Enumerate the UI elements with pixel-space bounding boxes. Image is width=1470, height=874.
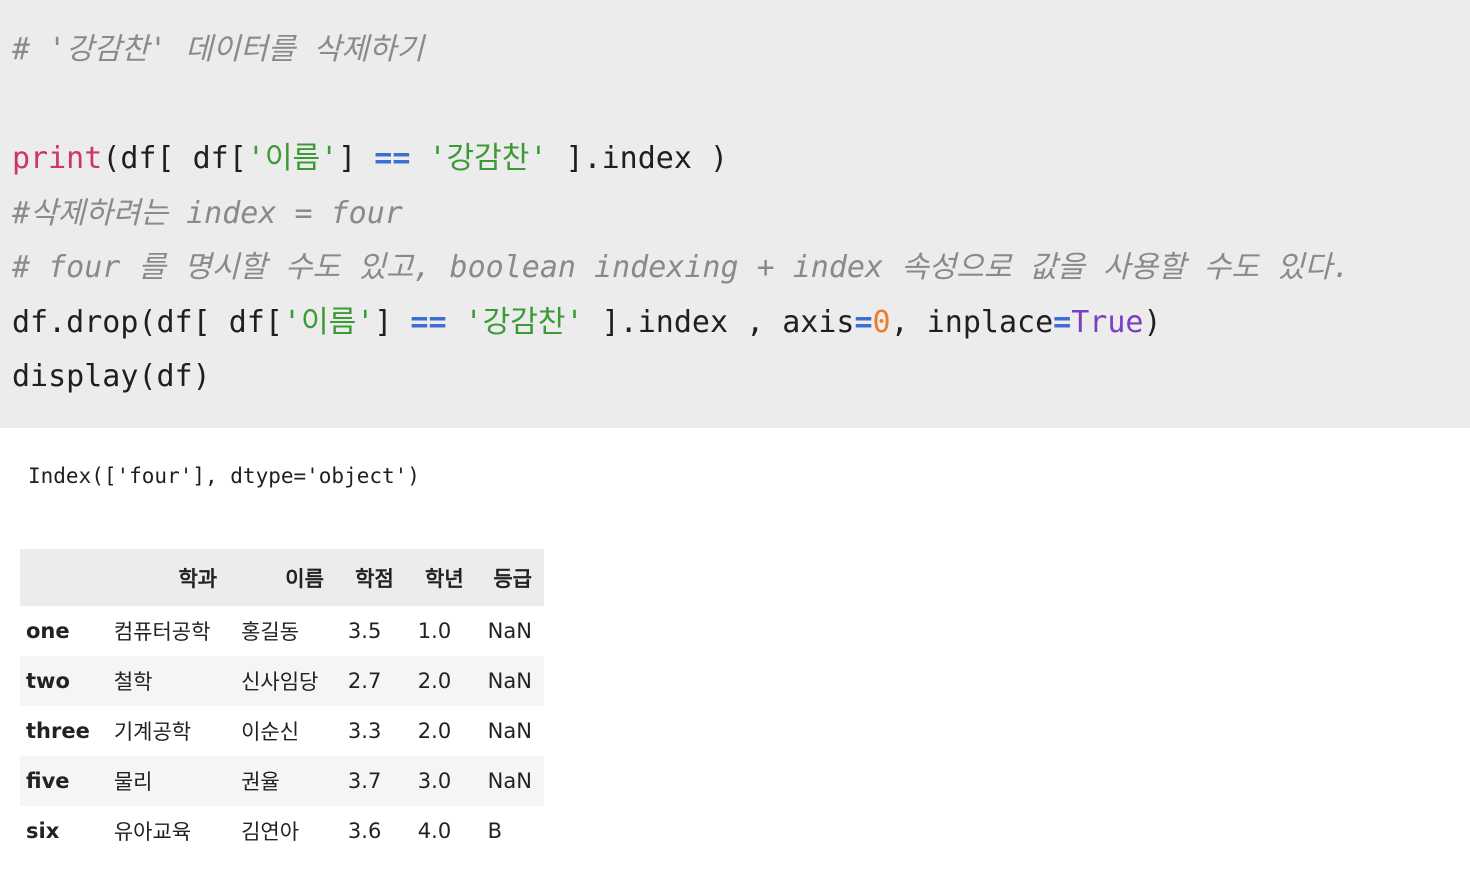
- column-header: 학점: [335, 549, 406, 606]
- table-row: five 물리 권율 3.7 3.0 NaN: [20, 756, 544, 806]
- table-cell: 2.0: [417, 719, 452, 743]
- table-row: one 컴퓨터공학 홍길동 3.5 1.0 NaN: [20, 606, 544, 656]
- table-cell: 2.0: [417, 669, 452, 693]
- row-index: one: [26, 619, 70, 643]
- code-token: ]: [338, 141, 375, 176]
- operator: =: [1053, 305, 1072, 340]
- code-token: ]: [374, 305, 411, 340]
- table-cell: 권율: [241, 770, 280, 794]
- print-output: Index(['four'], dtype='object'): [28, 464, 420, 488]
- string-literal: '강감찬': [464, 305, 584, 340]
- code-token: ].index , axis: [583, 305, 855, 340]
- table-cell: 컴퓨터공학: [113, 620, 211, 644]
- dataframe-output: 학과 이름 학점 학년 등급 one 컴퓨터공학 홍길동 3.5 1.0 NaN…: [20, 549, 544, 856]
- table-cell: 신사임당: [241, 670, 319, 694]
- code-token: (df[ df[: [102, 141, 247, 176]
- row-index: three: [26, 719, 90, 743]
- column-header: 등급: [475, 549, 544, 606]
- table-row: six 유아교육 김연아 3.6 4.0 B: [20, 806, 544, 856]
- code-token: ): [1143, 305, 1162, 340]
- table-cell: 3.0: [417, 769, 452, 793]
- table-row: two 철학 신사임당 2.7 2.0 NaN: [20, 656, 544, 706]
- table-cell: 물리: [113, 770, 153, 794]
- column-header: 학년: [405, 549, 476, 606]
- operator: ==: [374, 141, 411, 176]
- table-cell: 3.5: [347, 619, 382, 643]
- string-literal: '이름': [282, 305, 375, 340]
- table-cell: 3.3: [347, 719, 382, 743]
- operator: ==: [410, 305, 447, 340]
- code-display-line: display(df): [12, 359, 211, 394]
- column-header: [20, 549, 102, 606]
- table-cell: B: [487, 819, 503, 843]
- table-header-row: 학과 이름 학점 학년 등급: [20, 549, 544, 606]
- table-cell: 3.7: [347, 769, 382, 793]
- code-token: , inplace: [890, 305, 1054, 340]
- operator: =: [854, 305, 873, 340]
- string-literal: '강감찬': [428, 141, 548, 176]
- print-keyword: print: [12, 141, 103, 176]
- dataframe-table: 학과 이름 학점 학년 등급 one 컴퓨터공학 홍길동 3.5 1.0 NaN…: [20, 549, 544, 856]
- table-cell: 2.7: [347, 669, 382, 693]
- table-cell: 4.0: [417, 819, 452, 843]
- table-cell: 김연아: [241, 820, 300, 844]
- table-row: three 기계공학 이순신 3.3 2.0 NaN: [20, 706, 544, 756]
- table-cell: 유아교육: [113, 820, 192, 844]
- table-cell: 기계공학: [113, 720, 192, 744]
- column-header: 이름: [229, 549, 336, 606]
- table-cell: 3.6: [347, 819, 382, 843]
- code-comment-line: # '강감찬' 데이터를 삭제하기: [12, 32, 424, 67]
- table-cell: NaN: [487, 719, 532, 743]
- table-cell: NaN: [487, 619, 532, 643]
- code-token: ].index ): [547, 141, 729, 176]
- table-cell: NaN: [487, 669, 532, 693]
- code-comment-line: # four 를 명시할 수도 있고, boolean indexing + i…: [12, 250, 1351, 285]
- table-cell: 이순신: [241, 720, 300, 744]
- code-cell[interactable]: # '강감찬' 데이터를 삭제하기 print(df[ df['이름'] == …: [0, 0, 1470, 428]
- column-header: 학과: [101, 549, 230, 606]
- table-cell: NaN: [487, 769, 532, 793]
- number-literal: 0: [872, 305, 891, 340]
- boolean-literal: True: [1071, 305, 1144, 340]
- code-token: df.drop(df[ df[: [12, 305, 283, 340]
- row-index: six: [26, 819, 60, 843]
- row-index: two: [26, 669, 70, 693]
- row-index: five: [26, 769, 70, 793]
- string-literal: '이름': [246, 141, 339, 176]
- table-cell: 1.0: [417, 619, 452, 643]
- code-print-line: print(df[ df['이름'] == '강감찬' ].index ): [12, 139, 728, 179]
- table-cell: 홍길동: [241, 620, 300, 644]
- code-drop-line: df.drop(df[ df['이름'] == '강감찬' ].index , …: [12, 303, 1162, 343]
- table-cell: 철학: [113, 670, 153, 694]
- code-comment-line: #삭제하려는 index = four: [12, 196, 403, 231]
